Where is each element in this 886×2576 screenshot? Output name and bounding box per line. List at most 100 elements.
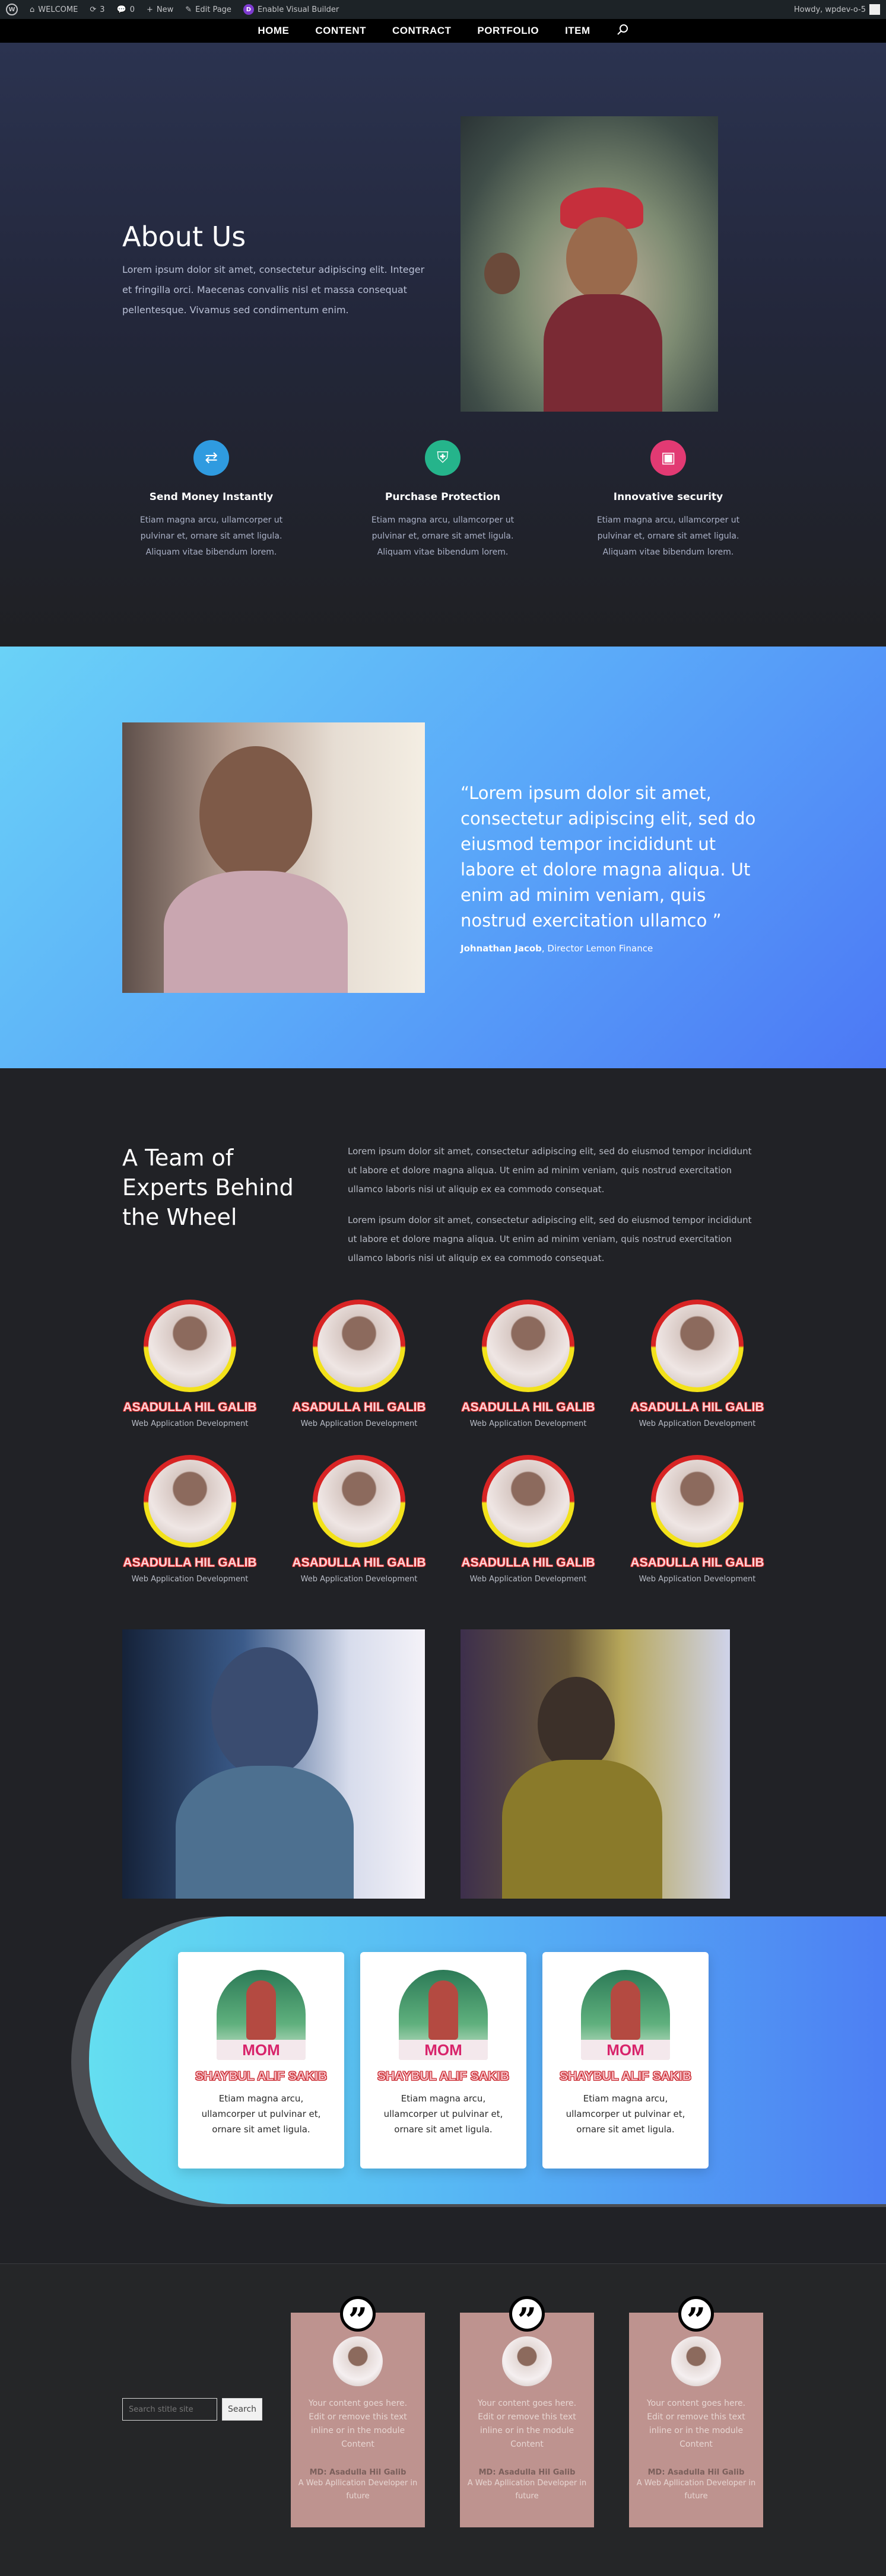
testimonial-card-name: MD: Asadulla Hil Galib — [309, 2468, 407, 2477]
shield-icon: ⛨ — [425, 440, 461, 476]
mom-badge: MOM — [217, 2040, 306, 2060]
team-member: ASADULLA HIL GALIB Web Application Develo… — [288, 1455, 430, 1584]
testimonial-card-role: A Web Apllication Developer in future — [636, 2479, 756, 2501]
avatar — [333, 2336, 383, 2386]
feature-text: Etiam magna arcu, ullamcorper ut pulvina… — [596, 515, 740, 557]
member-avatar — [651, 1300, 744, 1392]
feature-send-money: ⇄ Send Money Instantly Etiam magna arcu,… — [122, 440, 300, 561]
team-member: ASADULLA HIL GALIB Web Application Develo… — [626, 1455, 768, 1584]
team-member: ASADULLA HIL GALIB Web Application Develo… — [119, 1300, 261, 1428]
divi-icon: D — [243, 4, 254, 15]
card-text: Etiam magna arcu, ullamcorper ut pulvina… — [383, 2093, 503, 2135]
shirt-shape — [176, 1766, 354, 1899]
new-label: New — [156, 5, 174, 14]
comments-link[interactable]: 💬 0 — [111, 0, 141, 19]
testimonial-author-role: , Director Lemon Finance — [541, 943, 653, 954]
member-role: Web Application Development — [131, 1419, 249, 1428]
nav-item-content[interactable]: CONTENT — [315, 25, 366, 37]
search-icon[interactable] — [617, 24, 628, 39]
testimonial-card-role: A Web Apllication Developer in future — [298, 2479, 418, 2501]
main-navigation: HOME CONTENT CONTRACT PORTFOLIO ITEM — [0, 19, 886, 43]
member-role: Web Application Development — [469, 1575, 587, 1584]
admin-bar: W ⌂ WELCOME ⟳ 3 💬 0 + New ✎ Edit Page D … — [0, 0, 886, 19]
mom-badge: MOM — [399, 2040, 488, 2060]
card-name: SHAYBUL ALIF SAKIB — [377, 2069, 510, 2083]
member-role: Web Application Development — [469, 1419, 587, 1428]
comments-count: 0 — [129, 5, 135, 14]
face-shape — [199, 746, 312, 883]
nav-item-contract[interactable]: CONTRACT — [392, 25, 451, 37]
card-name: SHAYBUL ALIF SAKIB — [559, 2069, 692, 2083]
footer-section: Search ” Your content goes here. Edit or… — [0, 2263, 886, 2576]
feature-purchase-protection: ⛨ Purchase Protection Etiam magna arcu, … — [354, 440, 532, 561]
team-title: A Team of Experts Behind the Wheel — [122, 1145, 294, 1230]
member-name: ASADULLA HIL GALIB — [123, 1556, 257, 1569]
member-name: ASADULLA HIL GALIB — [630, 1556, 764, 1569]
card-image: MOM — [399, 1970, 488, 2060]
member-role: Web Application Development — [639, 1575, 756, 1584]
team-paragraph: Lorem ipsum dolor sit amet, consectetur … — [348, 1215, 752, 1263]
mom-badge: MOM — [581, 2040, 670, 2060]
search-form: Search — [122, 2398, 262, 2421]
testimonial-author: Johnathan Jacob — [461, 943, 542, 954]
new-content-link[interactable]: + New — [141, 0, 179, 19]
search-input[interactable] — [122, 2398, 217, 2421]
testimonial-card: ” Your content goes here. Edit or remove… — [291, 2296, 425, 2527]
feature-title: Innovative security — [613, 491, 723, 503]
visual-builder-link[interactable]: D Enable Visual Builder — [237, 0, 345, 19]
search-button[interactable]: Search — [222, 2398, 262, 2421]
face-shape — [211, 1647, 318, 1778]
nav-item-item[interactable]: ITEM — [565, 25, 590, 37]
updates-link[interactable]: ⟳ 3 — [84, 0, 110, 19]
cards-section: MOM SHAYBUL ALIF SAKIB Etiam magna arcu,… — [0, 1916, 886, 2263]
testimonial-card-name: MD: Asadulla Hil Galib — [478, 2468, 576, 2477]
testimonial-card-text: Your content goes here. Edit or remove t… — [646, 2399, 746, 2449]
site-name-link[interactable]: ⌂ WELCOME — [24, 0, 84, 19]
member-role: Web Application Development — [131, 1575, 249, 1584]
site-name-label: WELCOME — [38, 5, 78, 14]
card-name: SHAYBUL ALIF SAKIB — [195, 2069, 328, 2083]
wordpress-logo-button[interactable]: W — [0, 0, 24, 19]
lock-icon: ▣ — [650, 440, 686, 476]
feature-text: Etiam magna arcu, ullamcorper ut pulvina… — [139, 515, 283, 557]
member-name: ASADULLA HIL GALIB — [292, 1400, 426, 1414]
testimonial-photo — [122, 722, 425, 993]
member-name: ASADULLA HIL GALIB — [461, 1556, 595, 1569]
feature-title: Send Money Instantly — [149, 491, 274, 503]
profile-card: MOM SHAYBUL ALIF SAKIB Etiam magna arcu,… — [542, 1952, 709, 2169]
profile-card: MOM SHAYBUL ALIF SAKIB Etiam magna arcu,… — [360, 1952, 526, 2169]
about-text: Lorem ipsum dolor sit amet, consectetur … — [122, 264, 425, 316]
avatar — [671, 2336, 721, 2386]
testimonial-card: ” Your content goes here. Edit or remove… — [629, 2296, 763, 2527]
about-photo — [461, 116, 718, 412]
quote-icon: ” — [340, 2296, 376, 2337]
avatar — [502, 2336, 552, 2386]
visual-builder-label: Enable Visual Builder — [257, 5, 339, 14]
shirt-shape — [164, 871, 348, 993]
member-avatar — [313, 1300, 405, 1392]
edit-page-link[interactable]: ✎ Edit Page — [179, 0, 237, 19]
updates-count: 3 — [100, 5, 105, 14]
member-role: Web Application Development — [300, 1575, 418, 1584]
quote-icon: ” — [678, 2296, 714, 2337]
account-menu[interactable]: Howdy, wpdev-o-5 — [788, 0, 886, 19]
team-photo — [122, 1629, 425, 1899]
face-shape — [566, 217, 637, 300]
team-member: ASADULLA HIL GALIB Web Application Develo… — [457, 1300, 599, 1428]
testimonial-section: “Lorem ipsum dolor sit amet, consectetur… — [0, 647, 886, 1068]
wordpress-icon: W — [6, 4, 18, 15]
testimonial-card: ” Your content goes here. Edit or remove… — [460, 2296, 594, 2527]
home-icon: ⌂ — [30, 5, 35, 14]
pencil-icon: ✎ — [185, 5, 192, 14]
money-transfer-icon: ⇄ — [193, 440, 229, 476]
team-member: ASADULLA HIL GALIB Web Application Develo… — [119, 1455, 261, 1584]
member-name: ASADULLA HIL GALIB — [630, 1400, 764, 1414]
feature-innovative-security: ▣ Innovative security Etiam magna arcu, … — [579, 440, 757, 561]
nav-item-home[interactable]: HOME — [258, 25, 289, 37]
plus-icon: + — [146, 5, 153, 14]
member-avatar — [651, 1455, 744, 1547]
testimonial-card-name: MD: Asadulla Hil Galib — [647, 2468, 745, 2477]
member-avatar — [313, 1455, 405, 1547]
member-name: ASADULLA HIL GALIB — [292, 1556, 426, 1569]
nav-item-portfolio[interactable]: PORTFOLIO — [477, 25, 539, 37]
